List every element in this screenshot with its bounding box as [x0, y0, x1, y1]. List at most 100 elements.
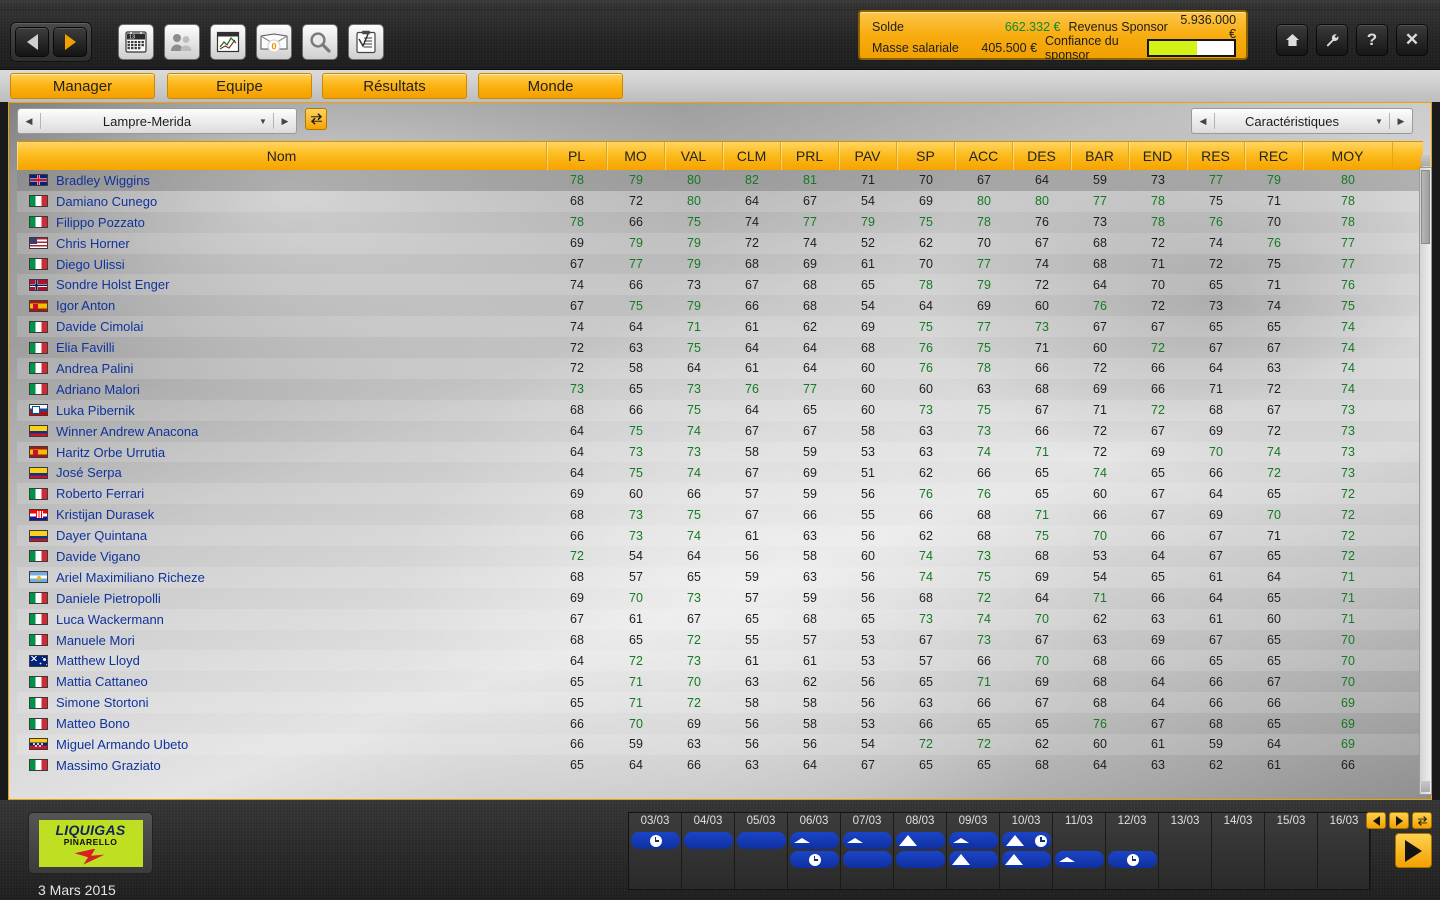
- table-row[interactable]: Winner Andrew Anacona 64 75 74 67 67 58 63 73 66 7…: [17, 421, 1423, 442]
- rider-name-link[interactable]: Diego Ulissi: [56, 257, 125, 272]
- table-row[interactable]: Kristijan Durasek 68 73 75 67 66 55 66 68 71 66 67 6…: [17, 504, 1423, 525]
- table-row[interactable]: José Serpa 64 75 74 67 69 51 62 66 65 74 65 66 72 73: [17, 462, 1423, 483]
- rider-name-link[interactable]: Luca Wackermann: [56, 612, 164, 627]
- calendar-day-column[interactable]: 04/03: [682, 813, 735, 891]
- rider-name-cell[interactable]: Igor Anton: [17, 298, 547, 313]
- search-icon[interactable]: [302, 24, 338, 60]
- table-row[interactable]: Andrea Palini 72 58 64 61 64 60 76 78 66 72 66 64 63 7…: [17, 358, 1423, 379]
- rider-name-cell[interactable]: Damiano Cunego: [17, 194, 547, 209]
- calendar-race-bar[interactable]: [790, 832, 839, 849]
- table-row[interactable]: Diego Ulissi 67 77 79 68 69 61 70 77 74 68 71 72 75 77: [17, 254, 1423, 275]
- column-header-nom[interactable]: Nom: [17, 142, 547, 170]
- rider-name-cell[interactable]: Diego Ulissi: [17, 257, 547, 272]
- rider-name-cell[interactable]: Winner Andrew Anacona: [17, 424, 547, 439]
- team-logo[interactable]: LIQUIGAS PINARELLO: [28, 812, 153, 874]
- table-row[interactable]: Davide Vigano 72 54 64 56 58 60 74 73 68 53 64 67 65 7…: [17, 546, 1423, 567]
- calendar-day-column[interactable]: 14/03: [1212, 813, 1265, 891]
- column-header-res[interactable]: RES: [1187, 142, 1245, 170]
- rider-name-cell[interactable]: Matteo Bono: [17, 716, 547, 731]
- rider-name-cell[interactable]: Simone Stortoni: [17, 695, 547, 710]
- rider-name-link[interactable]: Andrea Palini: [56, 361, 133, 376]
- table-row[interactable]: Luca Wackermann 67 61 67 65 68 65 73 74 70 62 63 61 6…: [17, 608, 1423, 630]
- column-header-moy[interactable]: MOY: [1303, 142, 1393, 170]
- calendar-race-bar[interactable]: [631, 832, 680, 849]
- rider-name-link[interactable]: Roberto Ferrari: [56, 486, 144, 501]
- table-row[interactable]: Davide Cimolai 74 64 71 61 62 69 75 77 73 67 67 65 65…: [17, 316, 1423, 338]
- rider-name-cell[interactable]: Matthew Lloyd: [17, 653, 547, 668]
- rider-name-link[interactable]: Matteo Bono: [56, 716, 130, 731]
- table-row[interactable]: Luka Pibernik 68 66 75 64 65 60 73 75 67 71 72 68 67 7…: [17, 399, 1423, 421]
- rider-name-link[interactable]: Kristijan Durasek: [56, 507, 154, 522]
- calendar-day-column[interactable]: 05/03: [735, 813, 788, 891]
- calendar-race-bar[interactable]: [949, 851, 998, 868]
- column-header-acc[interactable]: ACC: [955, 142, 1013, 170]
- rider-name-link[interactable]: Miguel Armando Ubeto: [56, 737, 188, 752]
- calendar-day-column[interactable]: 13/03: [1159, 813, 1212, 891]
- tab-monde[interactable]: Monde: [478, 73, 623, 99]
- rider-name-cell[interactable]: Davide Vigano: [17, 549, 547, 564]
- rider-name-link[interactable]: Davide Vigano: [56, 549, 140, 564]
- table-row[interactable]: Bradley Wiggins 78 79 80 82 81 71 70 67 64 59 73 77 7…: [17, 170, 1423, 191]
- column-header-sp[interactable]: SP: [897, 142, 955, 170]
- table-row[interactable]: Elia Favilli 72 63 75 64 64 68 76 75 71 60 72 67 67 74: [17, 337, 1423, 358]
- table-row[interactable]: Daniele Pietropolli 69 70 73 57 59 56 68 72 64 71 6…: [17, 588, 1423, 609]
- table-row[interactable]: Haritz Orbe Urrutia 64 73 73 58 59 53 63 74 71 72 6…: [17, 441, 1423, 463]
- calendar-race-bar[interactable]: [843, 851, 892, 868]
- calendar-race-bar[interactable]: [949, 832, 998, 849]
- table-row[interactable]: Roberto Ferrari 69 60 66 57 59 56 76 76 65 60 67 64 6…: [17, 483, 1423, 505]
- rider-name-link[interactable]: Dayer Quintana: [56, 528, 147, 543]
- table-row[interactable]: Damiano Cunego 68 72 80 64 67 54 69 80 80 77 78 75 71…: [17, 190, 1423, 212]
- calendar-race-bar[interactable]: [896, 851, 945, 868]
- column-header-bar[interactable]: BAR: [1071, 142, 1129, 170]
- rider-name-cell[interactable]: Luka Pibernik: [17, 403, 547, 418]
- rider-name-cell[interactable]: Daniele Pietropolli: [17, 591, 547, 606]
- rider-name-cell[interactable]: Elia Favilli: [17, 340, 547, 355]
- calendar-race-bar[interactable]: [1002, 851, 1051, 868]
- forward-button[interactable]: [53, 27, 87, 57]
- rider-name-cell[interactable]: Manuele Mori: [17, 633, 547, 648]
- table-row[interactable]: Filippo Pozzato 78 66 75 74 77 79 75 78 76 73 78 76 7…: [17, 212, 1423, 233]
- table-row[interactable]: Matthew Lloyd 64 72 73 61 61 53 57 66 70 68 66 65 65 7…: [17, 650, 1423, 672]
- clipboard-icon[interactable]: [348, 24, 384, 60]
- table-row[interactable]: Manuele Mori 68 65 72 55 57 53 67 73 67 63 69 67 65 70: [17, 630, 1423, 651]
- table-row[interactable]: Sondre Holst Enger 74 66 73 67 68 65 78 79 72 64 70…: [17, 274, 1423, 296]
- rider-name-link[interactable]: Luka Pibernik: [56, 403, 135, 418]
- tab-manager[interactable]: Manager: [10, 73, 155, 99]
- table-row[interactable]: Igor Anton 67 75 79 66 68 54 64 69 60 76 72 73 74 75: [17, 295, 1423, 316]
- help-button[interactable]: ?: [1356, 24, 1388, 56]
- home-button[interactable]: [1276, 24, 1308, 56]
- scroll-down-button[interactable]: [1421, 781, 1430, 792]
- calendar-race-bar[interactable]: [1055, 851, 1104, 868]
- tab-equipe[interactable]: Equipe: [167, 73, 312, 99]
- rider-name-link[interactable]: Sondre Holst Enger: [56, 277, 169, 292]
- rider-name-cell[interactable]: Mattia Cattaneo: [17, 674, 547, 689]
- rider-name-cell[interactable]: Chris Horner: [17, 236, 547, 251]
- team-next-arrow[interactable]: ▶: [274, 109, 296, 133]
- scrollbar-thumb[interactable]: [1421, 170, 1430, 244]
- view-next-arrow[interactable]: ▶: [1390, 109, 1412, 133]
- settings-button[interactable]: [1316, 24, 1348, 56]
- rider-name-link[interactable]: José Serpa: [56, 465, 122, 480]
- column-header-end[interactable]: END: [1129, 142, 1187, 170]
- rider-name-cell[interactable]: Haritz Orbe Urrutia: [17, 445, 547, 460]
- rider-name-cell[interactable]: Bradley Wiggins: [17, 173, 547, 188]
- rider-name-link[interactable]: Winner Andrew Anacona: [56, 424, 198, 439]
- calendar-day-column[interactable]: 03/03: [629, 813, 682, 891]
- column-header-pav[interactable]: PAV: [839, 142, 897, 170]
- chart-icon[interactable]: [210, 24, 246, 60]
- rider-name-link[interactable]: Davide Cimolai: [56, 319, 143, 334]
- rider-name-link[interactable]: Adriano Malori: [56, 382, 140, 397]
- rider-name-link[interactable]: Daniele Pietropolli: [56, 591, 161, 606]
- calendar-swap-button[interactable]: [1412, 812, 1432, 829]
- rider-name-cell[interactable]: Ariel Maximiliano Richeze: [17, 570, 547, 585]
- roster-icon[interactable]: [164, 24, 200, 60]
- calendar-day-column[interactable]: 15/03: [1265, 813, 1318, 891]
- table-row[interactable]: Ariel Maximiliano Richeze 68 57 65 59 63 56 74 7…: [17, 566, 1423, 588]
- table-row[interactable]: Mattia Cattaneo 65 71 70 63 62 56 65 71 69 68 64 66 6…: [17, 671, 1423, 692]
- rider-name-link[interactable]: Matthew Lloyd: [56, 653, 140, 668]
- table-row[interactable]: Dayer Quintana 66 73 74 61 63 56 62 68 75 70 66 67 71…: [17, 525, 1423, 547]
- table-row[interactable]: Chris Horner 69 79 79 72 74 52 62 70 67 68 72 74 76 77: [17, 232, 1423, 254]
- rider-name-cell[interactable]: Andrea Palini: [17, 361, 547, 376]
- calendar-prev-button[interactable]: [1366, 812, 1386, 829]
- calendar-race-bar[interactable]: [1002, 832, 1051, 849]
